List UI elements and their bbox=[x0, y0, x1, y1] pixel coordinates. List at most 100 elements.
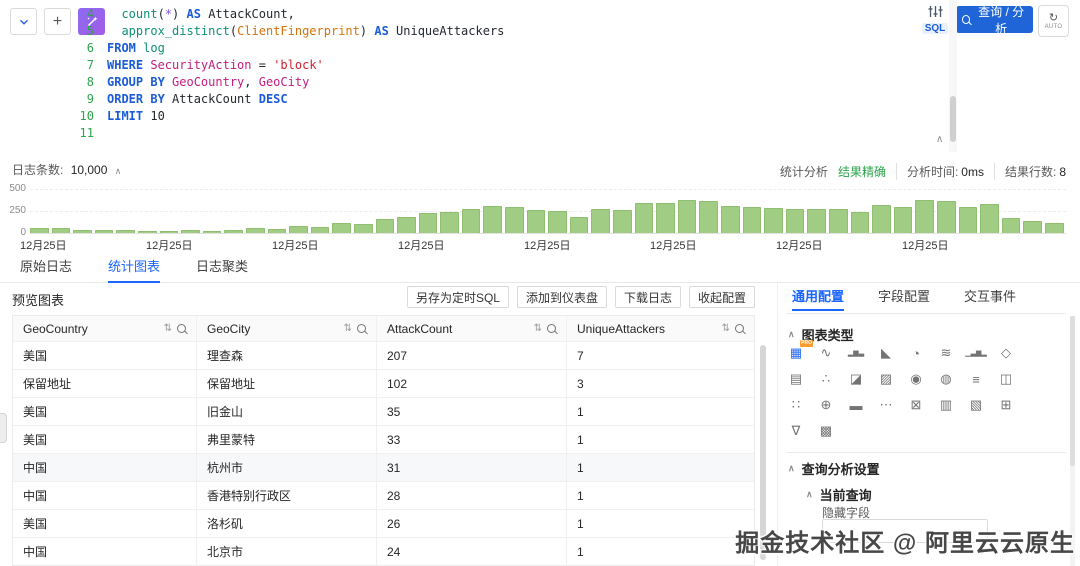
column-compare-icon[interactable]: ▥ bbox=[937, 396, 955, 414]
histogram-bar[interactable] bbox=[1023, 221, 1042, 233]
histogram-bar[interactable] bbox=[980, 204, 999, 233]
histogram-bar[interactable] bbox=[915, 200, 934, 233]
tab-日志聚类[interactable]: 日志聚类 bbox=[196, 253, 248, 283]
histogram-bar[interactable] bbox=[548, 211, 567, 233]
config-tab-通用配置[interactable]: 通用配置 bbox=[792, 285, 844, 311]
radar-chart-icon[interactable]: ◇ bbox=[997, 344, 1015, 362]
histogram-bar[interactable] bbox=[311, 227, 330, 233]
action-button[interactable]: 收起配置 bbox=[689, 286, 755, 308]
histogram-bar[interactable] bbox=[289, 226, 308, 233]
table-row[interactable]: 保留地址保留地址1023 bbox=[13, 369, 754, 397]
histogram-bar[interactable] bbox=[872, 205, 891, 233]
histogram-bar[interactable] bbox=[440, 212, 459, 233]
table-row[interactable]: 中国香港特别行政区281 bbox=[13, 481, 754, 509]
histogram-bar[interactable] bbox=[138, 231, 157, 233]
config-tab-字段配置[interactable]: 字段配置 bbox=[878, 285, 930, 311]
word-cloud-icon[interactable]: ⋯ bbox=[877, 396, 895, 414]
column-search-icon[interactable] bbox=[547, 324, 556, 333]
area-chart-icon[interactable]: ◣ bbox=[877, 344, 895, 362]
histogram-bar[interactable] bbox=[743, 207, 762, 233]
query-analyze-button[interactable]: 查询 / 分析 bbox=[956, 6, 1033, 33]
line-chart-icon[interactable]: ∿ bbox=[817, 344, 835, 362]
matrix-table-icon[interactable]: ▩ bbox=[817, 422, 835, 440]
histogram-bar[interactable] bbox=[786, 209, 805, 233]
progress-bar-icon[interactable]: ▬ bbox=[847, 396, 865, 414]
histogram-bar[interactable] bbox=[354, 224, 373, 233]
table-header-cell[interactable]: GeoCountry⇅ bbox=[13, 316, 197, 341]
table-header-cell[interactable]: GeoCity⇅ bbox=[197, 316, 377, 341]
histogram-bar[interactable] bbox=[30, 228, 49, 233]
histogram-bar[interactable] bbox=[462, 209, 481, 233]
histogram-bar[interactable] bbox=[73, 230, 92, 233]
histogram-bar[interactable] bbox=[332, 223, 351, 233]
treemap-icon[interactable]: ▧ bbox=[967, 396, 985, 414]
histogram-bar[interactable] bbox=[851, 212, 870, 233]
gantt-chart-icon[interactable]: ⊞ bbox=[997, 396, 1015, 414]
editor-collapse-button[interactable] bbox=[10, 8, 37, 35]
histogram-bar[interactable] bbox=[829, 209, 848, 233]
histogram-bar[interactable] bbox=[246, 228, 265, 233]
sort-icon[interactable]: ⇅ bbox=[534, 323, 542, 334]
world-map-icon[interactable]: ▨ bbox=[877, 370, 895, 388]
code-line[interactable]: 4 count(*) AS AttackCount, bbox=[68, 6, 504, 23]
histogram-bar[interactable] bbox=[656, 203, 675, 233]
sql-code-editor[interactable]: 4 count(*) AS AttackCount,5 approx_disti… bbox=[68, 6, 504, 142]
histogram-bar[interactable] bbox=[570, 217, 589, 233]
histogram-bar[interactable] bbox=[224, 230, 243, 233]
histogram-bar[interactable] bbox=[268, 229, 287, 233]
code-line[interactable]: 8GROUP BY GeoCountry, GeoCity bbox=[68, 74, 504, 91]
amap-icon[interactable]: ◍ bbox=[937, 370, 955, 388]
aliyun-map-icon[interactable]: ◉ bbox=[907, 370, 925, 388]
histogram-bar[interactable] bbox=[699, 201, 718, 233]
table-row[interactable]: 中国杭州市311 bbox=[13, 453, 754, 481]
action-button[interactable]: 下载日志 bbox=[615, 286, 681, 308]
histogram-bar[interactable] bbox=[52, 228, 71, 233]
histogram-bar[interactable] bbox=[721, 206, 740, 233]
chart-type-section-header[interactable]: ∧ 图表类型 bbox=[788, 325, 854, 344]
table-row[interactable]: 美国理查森2077 bbox=[13, 341, 754, 369]
location-map-icon[interactable]: ⊕ bbox=[817, 396, 835, 414]
histogram-bar[interactable] bbox=[505, 207, 524, 233]
histogram-bar[interactable] bbox=[1045, 223, 1064, 233]
editor-scrollbar-thumb[interactable] bbox=[950, 96, 956, 142]
column-search-icon[interactable] bbox=[357, 324, 366, 333]
time-column-chart-icon[interactable]: ≋ bbox=[937, 344, 955, 362]
histogram-bar[interactable] bbox=[116, 230, 135, 233]
histogram-bar[interactable] bbox=[959, 207, 978, 233]
code-line[interactable]: 10LIMIT 10 bbox=[68, 108, 504, 125]
histogram-bar[interactable] bbox=[527, 210, 546, 233]
histogram-bar[interactable] bbox=[397, 217, 416, 233]
histogram-bar[interactable] bbox=[203, 231, 222, 233]
sql-mode-control[interactable]: SQL bbox=[918, 6, 952, 34]
table-row[interactable]: 美国洛杉矶261 bbox=[13, 509, 754, 537]
code-line[interactable]: 7WHERE SecurityAction = 'block' bbox=[68, 57, 504, 74]
table-icon[interactable]: ▦PRO bbox=[787, 344, 805, 362]
sort-icon[interactable]: ⇅ bbox=[164, 323, 172, 334]
china-map-icon[interactable]: ◪ bbox=[847, 370, 865, 388]
histogram-bar[interactable] bbox=[181, 230, 200, 233]
sort-icon[interactable]: ⇅ bbox=[344, 323, 352, 334]
code-line[interactable]: 11 bbox=[68, 125, 504, 142]
histogram-bar[interactable] bbox=[937, 201, 956, 233]
config-panel-scrollbar-thumb[interactable] bbox=[1070, 316, 1075, 466]
column-search-icon[interactable] bbox=[735, 324, 744, 333]
single-value-icon[interactable]: ∷ bbox=[787, 396, 805, 414]
table-row[interactable]: 中国北京市241 bbox=[13, 537, 754, 565]
left-drawer-handle[interactable] bbox=[0, 413, 7, 443]
histogram-bar[interactable] bbox=[483, 206, 502, 233]
table-row[interactable]: 美国旧金山351 bbox=[13, 397, 754, 425]
histogram-bar[interactable] bbox=[894, 207, 913, 233]
add-query-button[interactable]: + bbox=[44, 8, 71, 35]
code-line[interactable]: 9ORDER BY AttackCount DESC bbox=[68, 91, 504, 108]
histogram-bar[interactable] bbox=[678, 200, 697, 233]
histogram-icon[interactable]: ▁▃▆▂ bbox=[967, 344, 985, 362]
action-button[interactable]: 添加到仪表盘 bbox=[517, 286, 607, 308]
column-search-icon[interactable] bbox=[177, 324, 186, 333]
histogram-bar[interactable] bbox=[807, 209, 826, 233]
action-button[interactable]: 另存为定时SQL bbox=[407, 286, 509, 308]
pie-chart-icon[interactable]: ◔ bbox=[907, 344, 925, 362]
box-plot-icon[interactable]: ◫ bbox=[997, 370, 1015, 388]
funnel-chart-icon[interactable]: ∇ bbox=[787, 422, 805, 440]
config-tab-交互事件[interactable]: 交互事件 bbox=[964, 285, 1016, 311]
sort-icon[interactable]: ⇅ bbox=[722, 323, 730, 334]
